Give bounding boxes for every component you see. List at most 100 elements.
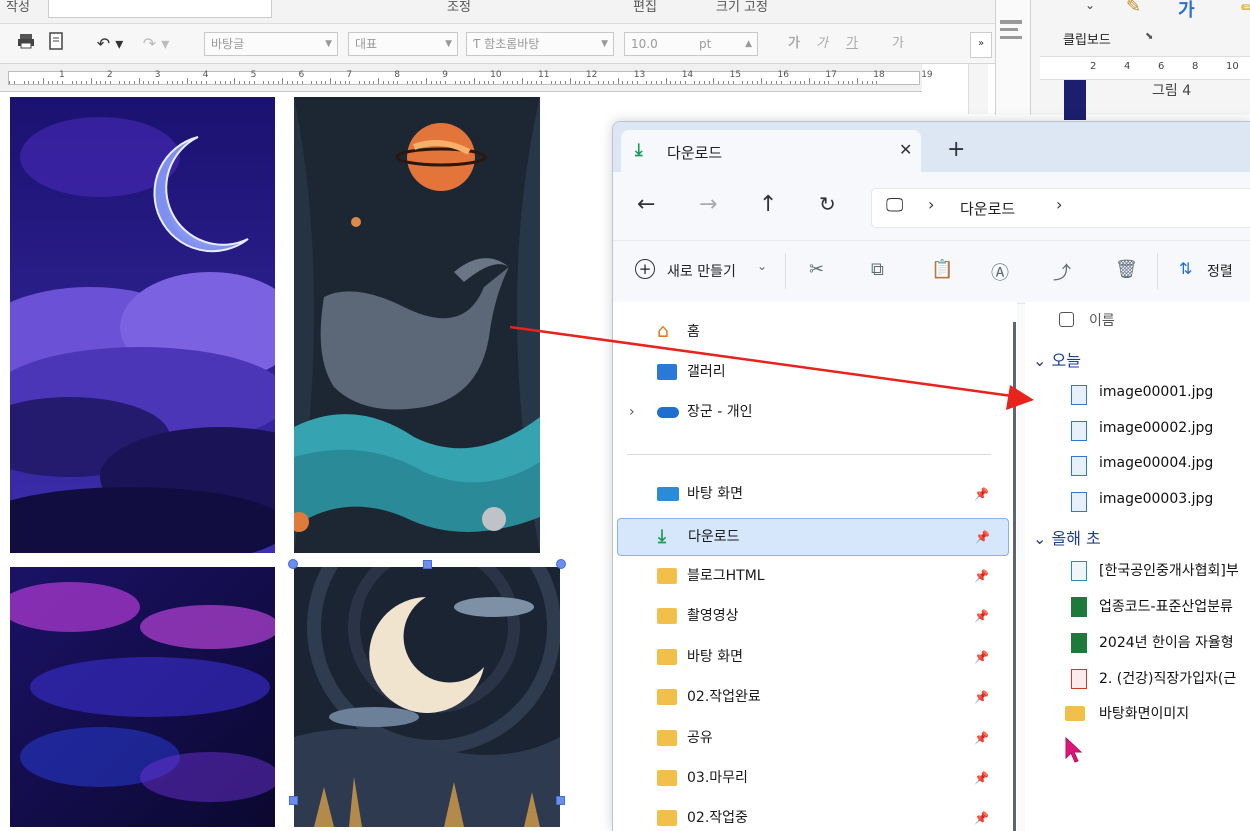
strike-button[interactable]: 가 <box>886 32 910 56</box>
pin-icon[interactable]: 📌 <box>974 722 989 754</box>
ruler-tick <box>28 81 30 84</box>
nav-item-folder[interactable]: 촬영영상 📌 <box>617 600 1007 632</box>
ruler-tick <box>675 81 677 84</box>
selection-handle[interactable] <box>556 559 566 569</box>
pin-icon[interactable]: 📌 <box>974 762 989 794</box>
para-style-combo[interactable]: 바탕글 ▼ <box>204 32 338 56</box>
nav-item-folder[interactable]: 공유 📌 <box>617 722 1007 754</box>
ruler-tick <box>325 81 327 84</box>
nav-item-folder[interactable]: 03.마무리 📌 <box>617 762 1007 794</box>
back-arrow-icon[interactable]: ← <box>637 192 655 217</box>
hwp-top-fragment: 작성 <box>6 0 30 15</box>
ruler-tick <box>454 81 456 84</box>
ruler-tick <box>133 81 135 84</box>
nav-item-home[interactable]: ⌂ 홈 <box>617 316 1007 348</box>
ruler-tick <box>109 81 111 84</box>
close-icon[interactable]: ✕ <box>899 140 912 159</box>
tab-downloads[interactable]: ⤓ 다운로드 ✕ <box>621 130 921 172</box>
file-name: [한국공인중개사협회]부 <box>1099 563 1239 579</box>
ruler-number: 4 <box>202 70 209 80</box>
underline-button[interactable]: 가 <box>840 32 864 56</box>
whale-papercut-image[interactable] <box>294 97 540 553</box>
vertical-scrollbar[interactable] <box>968 64 988 114</box>
print-icon[interactable] <box>14 32 38 56</box>
selection-handle[interactable] <box>289 796 298 805</box>
nav-item-desktop[interactable]: 바탕 화면 📌 <box>617 478 1007 510</box>
font-combo[interactable]: Ƭ 함초롬바탕 ▼ <box>466 32 614 56</box>
nebula-image[interactable] <box>10 567 275 827</box>
pin-icon[interactable]: 📌 <box>974 641 989 673</box>
crescent-papercut-image[interactable] <box>294 567 560 827</box>
nav-item-downloads[interactable]: ⤓ 다운로드 📌 <box>617 518 1009 556</box>
pin-icon[interactable]: 📌 <box>975 519 990 555</box>
lang-combo[interactable]: 대표 ▼ <box>348 32 458 56</box>
pin-icon[interactable]: 📌 <box>974 600 989 632</box>
group-header[interactable]: ⌄ 올해 초 <box>1033 525 1101 549</box>
jpg-file-icon <box>1071 385 1087 405</box>
select-all-checkbox[interactable] <box>1059 312 1074 327</box>
pin-icon[interactable]: 📌 <box>974 681 989 713</box>
copy-icon[interactable]: ⧉ <box>871 259 884 280</box>
chevron-right-icon[interactable]: › <box>1056 195 1062 214</box>
selection-handle[interactable] <box>556 796 565 805</box>
chevron-down-icon[interactable]: ⌄ <box>757 259 767 273</box>
address-bar[interactable]: 🖵 › 다운로드 › <box>871 188 1250 228</box>
font-icon: Ƭ <box>473 37 485 51</box>
moon-clouds-image[interactable] <box>10 97 275 553</box>
new-tab-icon[interactable]: + <box>947 137 965 162</box>
ruler-tick <box>861 81 863 84</box>
chevron-right-icon[interactable]: › <box>928 195 934 214</box>
ruler-tick <box>579 81 581 84</box>
italic-button[interactable]: 가 <box>814 32 830 56</box>
chevron-down-icon[interactable]: ⌄ <box>1085 0 1095 12</box>
delete-icon[interactable]: 🗑 <box>1115 259 1138 280</box>
ruler-tick <box>435 81 437 84</box>
ruler-number: 3 <box>154 70 161 80</box>
dialog-launcher-icon[interactable]: ⬊ <box>1145 31 1153 42</box>
ruler-number: 13 <box>633 70 646 80</box>
cut-icon[interactable]: ✂ <box>809 259 824 280</box>
ruler-tick <box>406 81 408 84</box>
undo-icon[interactable]: ↶ ▾ <box>90 32 130 56</box>
format-painter-icon[interactable]: ✎ <box>1126 0 1141 17</box>
ruler-number: 10 <box>1226 61 1239 72</box>
selection-handle[interactable] <box>288 559 298 569</box>
nav-item-folder[interactable]: 바탕 화면 📌 <box>617 641 1007 673</box>
refresh-icon[interactable]: ↻ <box>819 192 836 216</box>
up-arrow-icon[interactable]: ↑ <box>759 192 777 217</box>
bold-button[interactable]: 가 <box>786 32 802 56</box>
lang-value: 대표 <box>355 37 378 51</box>
nav-item-folder[interactable]: 02.작업완료 📌 <box>617 681 1007 713</box>
plus-circle-icon: + <box>635 259 655 279</box>
selection-handle[interactable] <box>423 560 432 569</box>
new-button[interactable]: 새로 만들기 <box>667 261 736 281</box>
hwp-style-combo[interactable] <box>48 0 272 18</box>
column-header-name[interactable]: 이름 <box>1089 310 1115 330</box>
ruler-tick <box>167 81 169 84</box>
nav-item-folder[interactable]: 블로그HTML 📌 <box>617 560 1007 592</box>
hwp-top-fragment[interactable]: 편집 <box>633 0 657 15</box>
paste-icon[interactable]: 📋 <box>931 259 953 280</box>
sort-button[interactable]: 정렬 <box>1207 261 1233 281</box>
pin-icon[interactable]: 📌 <box>974 560 989 592</box>
redo-icon[interactable]: ↷ ▾ <box>136 32 176 56</box>
hwp-top-fragment[interactable]: 크기 고정 <box>716 0 768 15</box>
group-header[interactable]: ⌄ 오늘 <box>1033 347 1081 371</box>
rename-icon[interactable]: Ⓐ <box>991 259 1009 285</box>
forward-arrow-icon[interactable]: → <box>699 192 717 217</box>
hwp-top-fragment[interactable]: 조정 <box>447 0 471 15</box>
font-color-icon[interactable]: 가 <box>1178 0 1195 22</box>
font-size-combo[interactable]: 10.0 pt ▲ <box>624 32 758 56</box>
pin-icon[interactable]: 📌 <box>974 478 989 510</box>
side-panel <box>995 0 1030 115</box>
preview-icon[interactable] <box>44 32 68 56</box>
share-icon[interactable]: ⤴ <box>1053 259 1071 285</box>
toolbar-more-icon[interactable]: » <box>970 32 992 58</box>
chevron-right-icon[interactable]: › <box>629 396 635 428</box>
nav-scrollbar[interactable] <box>1013 322 1016 831</box>
nav-item-onedrive[interactable]: › 장군 - 개인 <box>617 396 1007 428</box>
ruler-tick <box>220 81 222 84</box>
highlight-icon[interactable]: ✏ <box>1241 0 1250 17</box>
breadcrumb-item[interactable]: 다운로드 <box>960 198 1015 219</box>
nav-item-gallery[interactable]: 갤러리 <box>617 356 1007 388</box>
